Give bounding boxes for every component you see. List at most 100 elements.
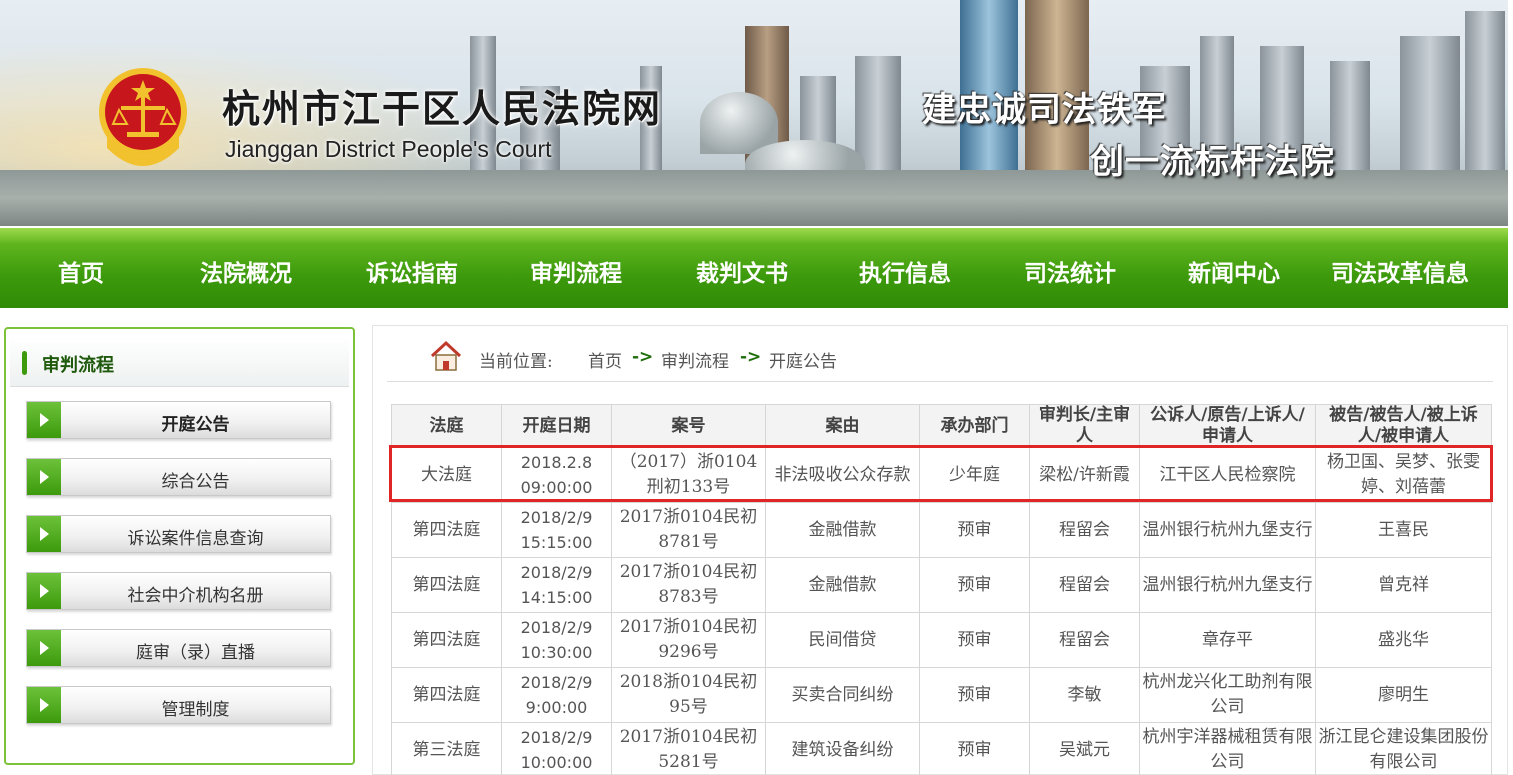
cell-hearing-date: 2018/2/9 10:00:00 bbox=[501, 722, 612, 775]
cell-plaintiff: 章存平 bbox=[1139, 612, 1316, 668]
slogan-line-1: 建忠诚司法铁军 bbox=[922, 90, 1167, 130]
site-banner: 杭州市江干区人民法院网 Jianggan District People's C… bbox=[0, 0, 1508, 226]
cell-hearing-date: 2018/2/9 15:15:00 bbox=[501, 502, 612, 558]
column-header: 开庭日期 bbox=[501, 404, 612, 448]
nav-enforcement[interactable]: 执行信息 bbox=[859, 254, 951, 288]
cell-defendant: 盛兆华 bbox=[1315, 612, 1492, 668]
cell-defendant: 杨卫国、吴梦、张雯婷、刘蓓蕾 bbox=[1315, 447, 1492, 503]
sidebar-title: 审判流程 bbox=[42, 355, 114, 376]
cell-court-room: 第四法庭 bbox=[391, 667, 502, 723]
cell-judge: 吴斌元 bbox=[1029, 722, 1140, 775]
cell-judge: 程留会 bbox=[1029, 557, 1140, 613]
sidebar-item-label: 庭审（录）直播 bbox=[136, 643, 255, 663]
sidebar-item-agency-list[interactable]: 社会中介机构名册 bbox=[26, 572, 331, 610]
sidebar-header-bar bbox=[22, 351, 27, 375]
column-header: 公诉人/原告/上诉人/申请人 bbox=[1139, 404, 1316, 448]
column-header: 承办部门 bbox=[919, 404, 1030, 448]
breadcrumb-home[interactable]: 首页 bbox=[588, 347, 622, 372]
nav-home[interactable]: 首页 bbox=[58, 254, 104, 288]
cell-department: 少年庭 bbox=[919, 447, 1030, 503]
cell-plaintiff: 江干区人民检察院 bbox=[1139, 447, 1316, 503]
breadcrumb-trial-process[interactable]: 审判流程 bbox=[661, 347, 729, 372]
cell-case-number: 2017浙0104民初5281号 bbox=[611, 722, 766, 775]
cell-case-number: 2017浙0104民初8781号 bbox=[611, 502, 766, 558]
cell-case-cause: 买卖合同纠纷 bbox=[765, 667, 920, 723]
cell-case-cause: 金融借款 bbox=[765, 502, 920, 558]
cell-case-number: 2018浙0104民初95号 bbox=[611, 667, 766, 723]
sidebar-item-case-query[interactable]: 诉讼案件信息查询 bbox=[26, 515, 331, 553]
sidebar-item-live-trial[interactable]: 庭审（录）直播 bbox=[26, 629, 331, 667]
cell-hearing-date: 2018.2.8 09:00:00 bbox=[501, 447, 612, 503]
nav-litigation-guide[interactable]: 诉讼指南 bbox=[366, 254, 458, 288]
table-row: 第四法庭 2018/2/9 10:30:00 2017浙0104民初9296号 民间借… bbox=[391, 612, 1492, 668]
cell-court-room: 大法庭 bbox=[391, 447, 502, 503]
hearing-schedule-table: 法庭 开庭日期 案号 案由 承办部门 审判长/主审人 公诉人/原告/上诉人/申请… bbox=[391, 404, 1492, 775]
table-row: 第四法庭 2018/2/9 15:15:00 2017浙0104民初8781号 金融借… bbox=[391, 502, 1492, 558]
cell-case-cause: 金融借款 bbox=[765, 557, 920, 613]
column-header: 案号 bbox=[611, 404, 766, 448]
sidebar-item-general-notice[interactable]: 综合公告 bbox=[26, 458, 331, 496]
table-row: 第四法庭 2018/2/9 9:00:00 2018浙0104民初95号 买卖合同纠纷… bbox=[391, 667, 1492, 723]
breadcrumb-separator: -> bbox=[632, 347, 654, 367]
breadcrumb-current: 开庭公告 bbox=[769, 352, 837, 372]
play-arrow-icon bbox=[27, 630, 61, 666]
breadcrumb-separator: -> bbox=[740, 347, 762, 367]
sidebar-item-label: 开庭公告 bbox=[161, 415, 230, 435]
column-header: 法庭 bbox=[391, 404, 502, 448]
main-nav: 首页 法院概况 诉讼指南 审判流程 裁判文书 执行信息 司法统计 新闻中心 司法… bbox=[0, 228, 1508, 308]
sidebar-item-label: 诉讼案件信息查询 bbox=[127, 529, 264, 549]
banner-building bbox=[1400, 36, 1460, 186]
sidebar-item-label: 综合公告 bbox=[161, 472, 230, 492]
table-row: 第三法庭 2018/2/9 10:00:00 2017浙0104民初5281号 建筑设… bbox=[391, 722, 1492, 775]
nav-judgments[interactable]: 裁判文书 bbox=[696, 254, 788, 288]
cell-judge: 梁松/许新霞 bbox=[1029, 447, 1140, 503]
cell-case-number: 2017浙0104民初8783号 bbox=[611, 557, 766, 613]
home-icon[interactable] bbox=[429, 340, 463, 372]
cell-department: 预审 bbox=[919, 722, 1030, 775]
nav-court-overview[interactable]: 法院概况 bbox=[200, 254, 292, 288]
column-header: 案由 bbox=[765, 404, 920, 448]
cell-hearing-date: 2018/2/9 10:30:00 bbox=[501, 612, 612, 668]
play-arrow-icon bbox=[27, 573, 61, 609]
cell-court-room: 第四法庭 bbox=[391, 502, 502, 558]
table-row: 大法庭 2018.2.8 09:00:00 （2017）浙0104刑初133号 非法吸… bbox=[391, 447, 1492, 503]
cell-judge: 程留会 bbox=[1029, 612, 1140, 668]
nav-trial-process[interactable]: 审判流程 bbox=[530, 254, 622, 288]
cell-hearing-date: 2018/2/9 14:15:00 bbox=[501, 557, 612, 613]
cell-case-cause: 非法吸收公众存款 bbox=[765, 447, 920, 503]
cell-plaintiff: 杭州宇洋器械租赁有限公司 bbox=[1139, 722, 1316, 775]
sidebar-item-label: 社会中介机构名册 bbox=[127, 586, 264, 606]
play-arrow-icon bbox=[27, 516, 61, 552]
cell-department: 预审 bbox=[919, 557, 1030, 613]
site-title: 杭州市江干区人民法院网 bbox=[222, 87, 663, 131]
cell-hearing-date: 2018/2/9 9:00:00 bbox=[501, 667, 612, 723]
slogan-line-2: 创一流标杆法院 bbox=[1090, 142, 1335, 182]
table-header-row: 法庭 开庭日期 案号 案由 承办部门 审判长/主审人 公诉人/原告/上诉人/申请… bbox=[391, 404, 1492, 448]
banner-building bbox=[1330, 61, 1370, 186]
nav-news-center[interactable]: 新闻中心 bbox=[1188, 254, 1280, 288]
sidebar-item-hearing-notice[interactable]: 开庭公告 bbox=[26, 401, 331, 439]
breadcrumb: 当前位置: 首页 -> 审判流程 -> 开庭公告 bbox=[387, 338, 1493, 382]
play-arrow-icon bbox=[27, 687, 61, 723]
court-emblem-icon bbox=[99, 68, 187, 166]
cell-defendant: 曾克祥 bbox=[1315, 557, 1492, 613]
cell-court-room: 第三法庭 bbox=[391, 722, 502, 775]
cell-case-cause: 民间借贷 bbox=[765, 612, 920, 668]
play-arrow-icon bbox=[27, 459, 61, 495]
cell-defendant: 廖明生 bbox=[1315, 667, 1492, 723]
cell-case-cause: 建筑设备纠纷 bbox=[765, 722, 920, 775]
cell-defendant: 浙江昆仑建设集团股份有限公司 bbox=[1315, 722, 1492, 775]
sidebar-item-regulations[interactable]: 管理制度 bbox=[26, 686, 331, 724]
sidebar-header: 审判流程 bbox=[10, 337, 349, 387]
cell-plaintiff: 温州银行杭州九堡支行 bbox=[1139, 502, 1316, 558]
nav-statistics[interactable]: 司法统计 bbox=[1024, 254, 1116, 288]
cell-judge: 李敏 bbox=[1029, 667, 1140, 723]
nav-reform-info[interactable]: 司法改革信息 bbox=[1331, 254, 1469, 288]
breadcrumb-prefix: 当前位置: bbox=[479, 352, 553, 372]
main-content: 当前位置: 首页 -> 审判流程 -> 开庭公告 法庭 开庭日期 案号 案由 承… bbox=[372, 325, 1508, 775]
table-row: 第四法庭 2018/2/9 14:15:00 2017浙0104民初8783号 金融借… bbox=[391, 557, 1492, 613]
sidebar: 审判流程 开庭公告 综合公告 诉讼案件信息查询 社会中介机构名册 庭审（录）直播… bbox=[4, 327, 355, 765]
cell-defendant: 王喜民 bbox=[1315, 502, 1492, 558]
cell-court-room: 第四法庭 bbox=[391, 612, 502, 668]
column-header: 审判长/主审人 bbox=[1029, 404, 1140, 448]
